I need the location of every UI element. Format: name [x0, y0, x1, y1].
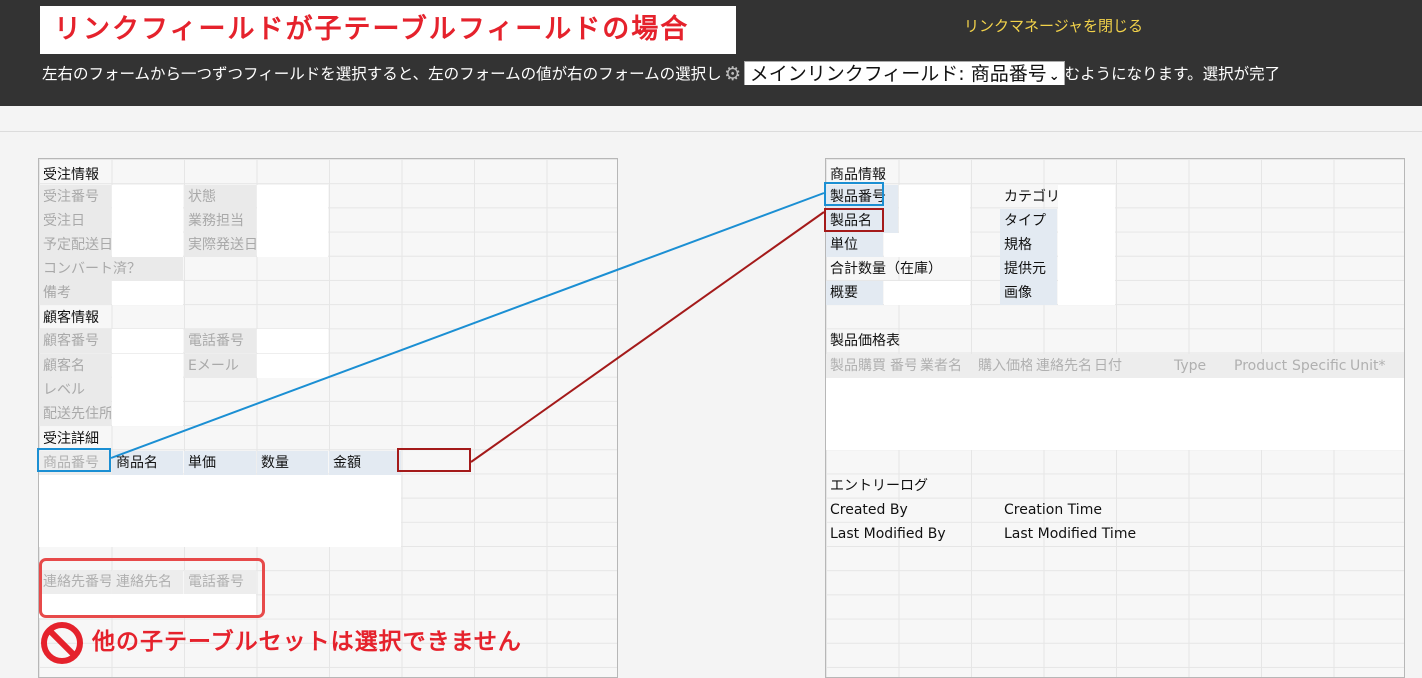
price-col-specific: Specific	[1288, 354, 1346, 378]
field-product-number-value	[899, 185, 970, 209]
divider	[0, 131, 1422, 132]
highlight-target-product-number	[824, 182, 884, 206]
field-ship-address: 配送先住所	[39, 402, 111, 426]
instruction-text: 左右のフォームから一つずつフィールドを選択すると、左のフォームの値が右のフォーム…	[42, 61, 1422, 85]
field-last-modified-by[interactable]: Last Modified By	[826, 522, 970, 546]
details-col-amount[interactable]: 金額	[329, 451, 401, 475]
field-notes: 備考	[39, 281, 111, 305]
instruction-suffix: むようになります。選択が完了	[1064, 65, 1281, 83]
field-phone-value	[257, 329, 328, 353]
field-customer-name: 顧客名	[39, 354, 111, 378]
warning-message: 他の子テーブルセットは選択できません	[40, 620, 522, 664]
price-col-type: Type	[1170, 354, 1230, 378]
field-product-name-value	[899, 209, 970, 233]
field-email: Eメール	[184, 354, 256, 378]
price-table-row	[826, 426, 1404, 450]
prohibited-icon	[41, 621, 83, 664]
warning-text: 他の子テーブルセットは選択できません	[92, 629, 522, 655]
field-planned-ship-date-value	[112, 233, 183, 257]
field-summary[interactable]: 概要	[826, 281, 883, 305]
field-last-modified-time[interactable]: Last Modified Time	[1000, 522, 1160, 546]
field-actual-ship-date: 実際発送日	[184, 233, 256, 257]
gear-icon[interactable]: ⚙	[722, 63, 744, 85]
price-table-row	[826, 378, 1404, 402]
section-entry-log: エントリーログ	[830, 478, 928, 494]
details-table-row	[39, 499, 401, 523]
main-link-field-select[interactable]: メインリンクフィールド: 商品番号 ⌄	[743, 61, 1065, 85]
field-customer-number: 顧客番号	[39, 329, 111, 353]
price-col-contact-name: 連絡先名	[1032, 354, 1090, 378]
field-actual-ship-date-value	[257, 233, 328, 257]
field-assignee-value	[257, 209, 328, 233]
price-col-purchase-price: 購入価格	[974, 354, 1032, 378]
field-created-by[interactable]: Created By	[826, 498, 970, 522]
details-col-product-name[interactable]: 商品名	[112, 451, 183, 475]
field-supplier-value	[1058, 257, 1115, 281]
field-creation-time-value	[1058, 498, 1115, 522]
highlight-source-empty-column	[397, 448, 471, 472]
field-unit[interactable]: 単位	[826, 233, 883, 257]
price-col-number: 番号	[886, 354, 916, 378]
field-customer-number-value	[112, 329, 183, 353]
field-assignee: 業務担当	[184, 209, 256, 233]
price-col-product: Product	[1230, 354, 1288, 378]
field-image-value	[1058, 281, 1115, 305]
section-customer-info: 顧客情報	[43, 310, 99, 326]
field-planned-ship-date: 予定配送日	[39, 233, 111, 257]
field-spec[interactable]: 規格	[1000, 233, 1057, 257]
field-summary-value	[884, 281, 970, 305]
price-col-unit: Unit*	[1346, 354, 1404, 378]
price-col-date: 日付	[1090, 354, 1170, 378]
field-level-value	[112, 378, 183, 402]
instruction-prefix: 左右のフォームから一つずつフィールドを選択すると、左のフォームの値が右のフォーム…	[42, 65, 722, 83]
details-table-row	[39, 523, 401, 547]
field-order-date: 受注日	[39, 209, 111, 233]
field-email-value	[257, 354, 328, 378]
field-order-number: 受注番号	[39, 185, 111, 209]
field-order-date-value	[112, 209, 183, 233]
field-order-number-value	[112, 185, 183, 209]
section-price-list: 製品価格表	[830, 333, 900, 349]
link-manager-header: リンクフィールドが子テーブルフィールドの場合 リンクマネージャを閉じる 左右のフ…	[0, 0, 1422, 106]
field-spec-value	[1058, 233, 1115, 257]
field-type-value	[1058, 209, 1115, 233]
field-converted: コンバート済？	[39, 257, 183, 281]
field-category-value	[1058, 185, 1115, 209]
field-status-value	[257, 185, 328, 209]
chevron-down-icon: ⌄	[1048, 69, 1060, 84]
page-title: リンクフィールドが子テーブルフィールドの場合	[40, 6, 736, 54]
field-phone: 電話番号	[184, 329, 256, 353]
close-link-manager-link[interactable]: リンクマネージャを閉じる	[964, 15, 1143, 36]
details-col-quantity[interactable]: 数量	[257, 451, 328, 475]
field-supplier[interactable]: 提供元	[1000, 257, 1057, 281]
field-notes-value	[112, 281, 183, 305]
main-link-field-select-value: メインリンクフィールド: 商品番号	[749, 63, 1047, 85]
section-order-info: 受注情報	[43, 167, 99, 183]
price-table-row	[826, 402, 1404, 426]
field-level: レベル	[39, 378, 111, 402]
field-customer-name-value	[112, 354, 183, 378]
details-col-unit-price[interactable]: 単価	[184, 451, 256, 475]
highlight-other-child-table	[39, 558, 265, 618]
field-type[interactable]: タイプ	[1000, 209, 1057, 233]
right-form-panel: 商品情報 製品番号 カテゴリー 製品名 タイプ 単位 規格 合計数量（在庫） 提…	[825, 158, 1405, 678]
details-table-row	[39, 475, 401, 499]
highlight-target-product-name	[824, 208, 884, 232]
price-col-vendor-name: 業者名	[916, 354, 974, 378]
field-status: 状態	[184, 185, 256, 209]
field-image[interactable]: 画像	[1000, 281, 1057, 305]
highlight-source-product-number	[37, 448, 111, 472]
price-col-purchase-number: 製品購買番号	[826, 354, 886, 378]
field-unit-value	[884, 233, 970, 257]
field-total-quantity[interactable]: 合計数量（在庫）	[826, 257, 970, 281]
field-ship-address-value	[112, 402, 183, 426]
